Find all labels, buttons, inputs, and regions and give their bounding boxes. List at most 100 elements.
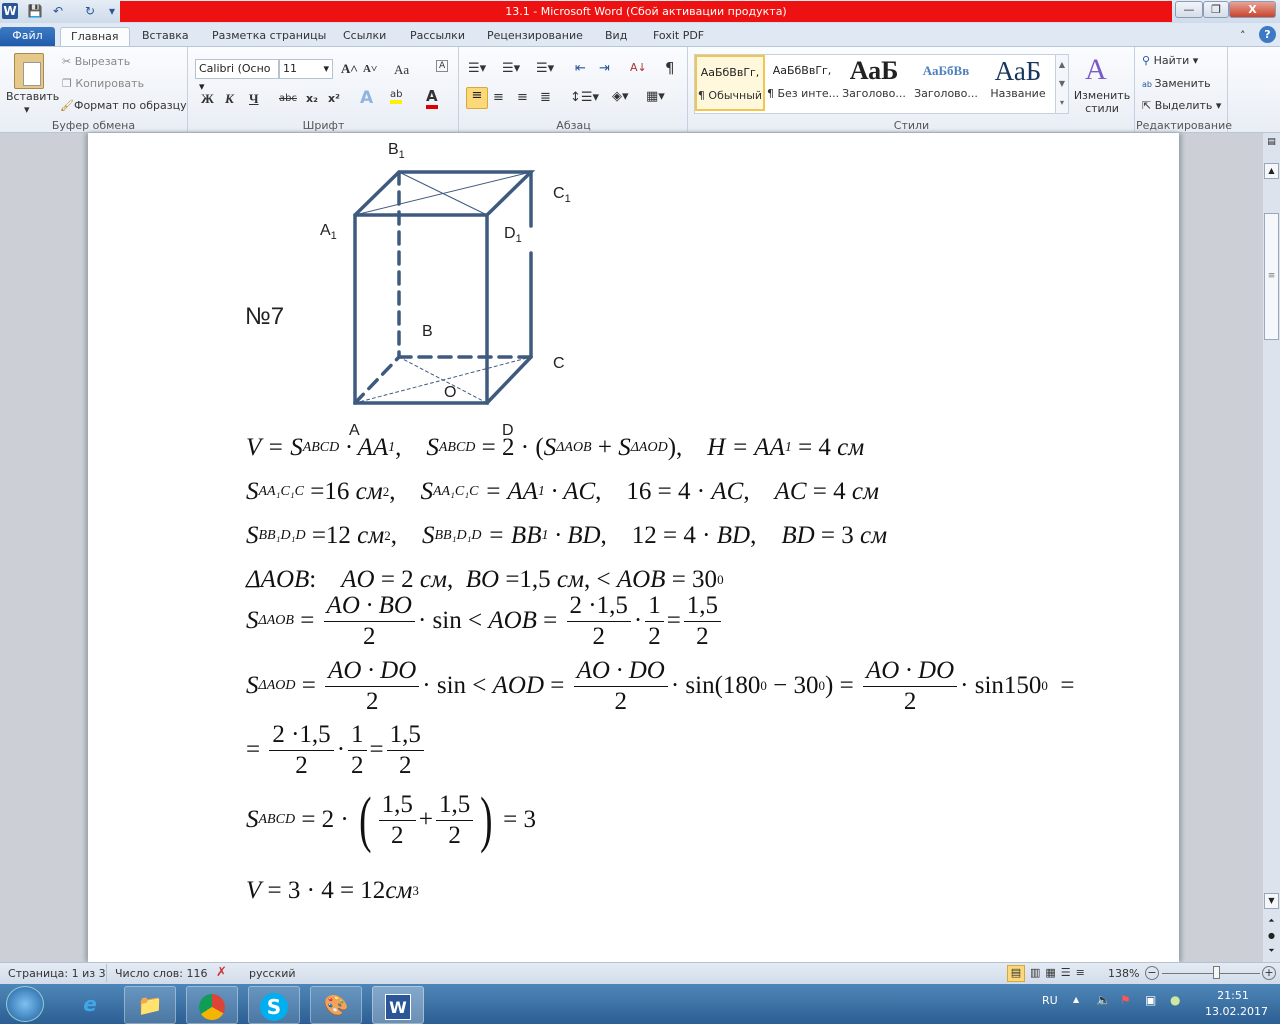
action-center-icon[interactable]: ⚑ (1120, 993, 1131, 1007)
internet-explorer-icon[interactable]: e (64, 986, 116, 1024)
network-icon[interactable]: ▣ (1145, 993, 1156, 1007)
save-icon[interactable]: 💾 (27, 3, 43, 19)
font-size-select[interactable]: 11 ▾ (279, 59, 333, 79)
tab-references[interactable]: Ссылки (333, 27, 396, 47)
zoom-slider-thumb[interactable] (1212, 966, 1220, 979)
view-buttons[interactable]: ▥▦☰≡ (1030, 966, 1090, 979)
customize-quick-access-icon[interactable]: ▾ (104, 3, 120, 19)
scroll-up-button[interactable]: ▲ (1264, 163, 1279, 179)
chrome-icon[interactable] (186, 986, 238, 1024)
tab-file[interactable]: Файл (0, 27, 55, 47)
shrink-font-button[interactable]: A˅ (363, 63, 377, 75)
paste-dropdown-icon[interactable]: ▾ (24, 103, 30, 116)
close-button[interactable]: X (1229, 1, 1276, 18)
page-count[interactable]: Страница: 1 из 3 (8, 967, 106, 980)
help-icon[interactable]: ? (1259, 26, 1276, 43)
align-left-button[interactable]: ≡ (466, 87, 488, 109)
italic-button[interactable]: К (225, 91, 234, 107)
word-taskbar-icon[interactable]: W (372, 986, 424, 1024)
start-button[interactable] (6, 986, 44, 1022)
collapse-ribbon-icon[interactable]: ˄ (1240, 29, 1246, 42)
paint-icon[interactable]: 🎨 (310, 986, 362, 1024)
style-title[interactable]: АаБ Название (983, 55, 1053, 111)
subscript: AA₁C₁C (258, 484, 305, 499)
multilevel-list-button[interactable]: ☰▾ (536, 61, 554, 76)
clear-formatting-button[interactable]: A (436, 60, 449, 72)
font-color-button[interactable]: A (426, 87, 438, 109)
change-styles-button[interactable]: Изменить стили (1073, 89, 1131, 115)
restore-button[interactable]: ❐ (1203, 1, 1229, 18)
style-no-spacing[interactable]: АаБбВвГг, ¶ Без инте... (767, 55, 839, 111)
word-app-icon[interactable]: W (2, 3, 18, 19)
bold-button[interactable]: Ж (201, 91, 214, 107)
brush-icon: 🖌 (60, 99, 74, 112)
input-language[interactable]: RU (1042, 994, 1058, 1007)
page-navigation-buttons[interactable]: ⏶ ● ⏷ (1264, 913, 1279, 958)
align-right-button[interactable]: ≡ (517, 90, 528, 105)
word-count[interactable]: Число слов: 116 (115, 967, 208, 980)
underline-button[interactable]: Ч (249, 91, 259, 107)
sort-button[interactable]: А↓ (630, 61, 647, 74)
increase-indent-button[interactable]: ⇥ (599, 61, 610, 76)
tab-foxit-pdf[interactable]: Foxit PDF (643, 27, 714, 47)
style-heading-2[interactable]: АаБбВв Заголово... (911, 55, 981, 111)
vertical-scrollbar[interactable]: ▤ ▲ ≡ ▼ ⏶ ● ⏷ (1263, 133, 1280, 962)
tab-review[interactable]: Рецензирование (477, 27, 593, 47)
text-effects-button[interactable]: A (360, 88, 373, 108)
language-indicator[interactable]: русский (249, 967, 296, 980)
strikethrough-button[interactable]: abc (279, 93, 297, 104)
redo-icon[interactable]: ↻ (82, 3, 98, 19)
clock[interactable]: 21:51 13.02.2017 (1205, 989, 1268, 1018)
tab-page-layout[interactable]: Разметка страницы (202, 27, 336, 47)
scroll-down-button[interactable]: ▼ (1264, 893, 1279, 909)
copy-button[interactable]: ❐ Копировать (62, 77, 144, 90)
skype-icon[interactable]: S (248, 986, 300, 1024)
change-case-button[interactable]: Aa (394, 62, 409, 78)
explorer-icon[interactable]: 📁 (124, 986, 176, 1024)
zoom-out-button[interactable]: − (1145, 966, 1159, 980)
proofing-icon[interactable]: ✗ (216, 965, 227, 980)
zoom-level[interactable]: 138% (1108, 967, 1139, 980)
styles-scroll[interactable]: ▲ ▼ ▾ (1055, 54, 1069, 114)
numbering-button[interactable]: ☰▾ (502, 61, 520, 76)
bullets-button[interactable]: ☰▾ (468, 61, 486, 76)
show-formatting-button[interactable]: ¶ (665, 59, 675, 77)
zoom-in-button[interactable]: + (1262, 966, 1276, 980)
style-preview: АаБ (849, 56, 899, 85)
cut-button[interactable]: ✂ Вырезать (62, 55, 130, 68)
style-normal[interactable]: АаБбВвГг, ¶ Обычный (695, 55, 765, 111)
undo-icon[interactable]: ↶ (50, 3, 66, 19)
volume-icon[interactable]: 🔈 (1096, 993, 1111, 1007)
ruler-toggle-icon[interactable]: ▤ (1265, 137, 1278, 151)
style-heading-1[interactable]: АаБ Заголово... (839, 55, 909, 111)
tab-insert[interactable]: Вставка (132, 27, 199, 47)
highlight-button[interactable]: ab (390, 89, 403, 104)
show-hidden-icons[interactable]: ▲ (1073, 995, 1079, 1004)
subscript-button[interactable]: x₂ (306, 92, 318, 105)
paste-button[interactable]: Вставить (6, 90, 59, 103)
superscript-button[interactable]: x² (328, 92, 340, 105)
scroll-thumb[interactable]: ≡ (1264, 213, 1279, 340)
minimize-button[interactable]: — (1175, 1, 1203, 18)
format-painter-button[interactable]: 🖌Формат по образцу (60, 99, 187, 112)
select-button[interactable]: ⇱ Выделить ▾ (1142, 99, 1221, 112)
paste-icon[interactable] (14, 53, 44, 89)
justify-button[interactable]: ≣ (540, 90, 551, 105)
tab-view[interactable]: Вид (595, 27, 637, 47)
replace-button[interactable]: ab Заменить (1142, 77, 1211, 90)
grow-font-button[interactable]: A˄ (341, 61, 358, 77)
zoom-slider[interactable] (1162, 973, 1260, 974)
decrease-indent-button[interactable]: ⇤ (575, 61, 586, 76)
find-button[interactable]: ⚲ Найти ▾ (1142, 54, 1198, 67)
tab-mailings[interactable]: Рассылки (400, 27, 475, 47)
align-center-button[interactable]: ≡ (493, 90, 504, 105)
tray-app-icon[interactable]: ● (1170, 993, 1180, 1007)
shading-button[interactable]: ◈▾ (612, 89, 629, 104)
change-styles-icon[interactable]: A (1085, 53, 1107, 87)
print-layout-view-button[interactable]: ▤ (1007, 965, 1025, 982)
document-page[interactable]: №7 B1 C1 A1 D1 B C O A D V = S ABCD · AA 1… (88, 133, 1179, 962)
line-spacing-button[interactable]: ↕☰▾ (570, 90, 599, 105)
borders-button[interactable]: ▦▾ (646, 89, 665, 104)
font-name-select[interactable]: Calibri (Осно ▾ (195, 59, 279, 93)
tab-home[interactable]: Главная (60, 27, 130, 47)
